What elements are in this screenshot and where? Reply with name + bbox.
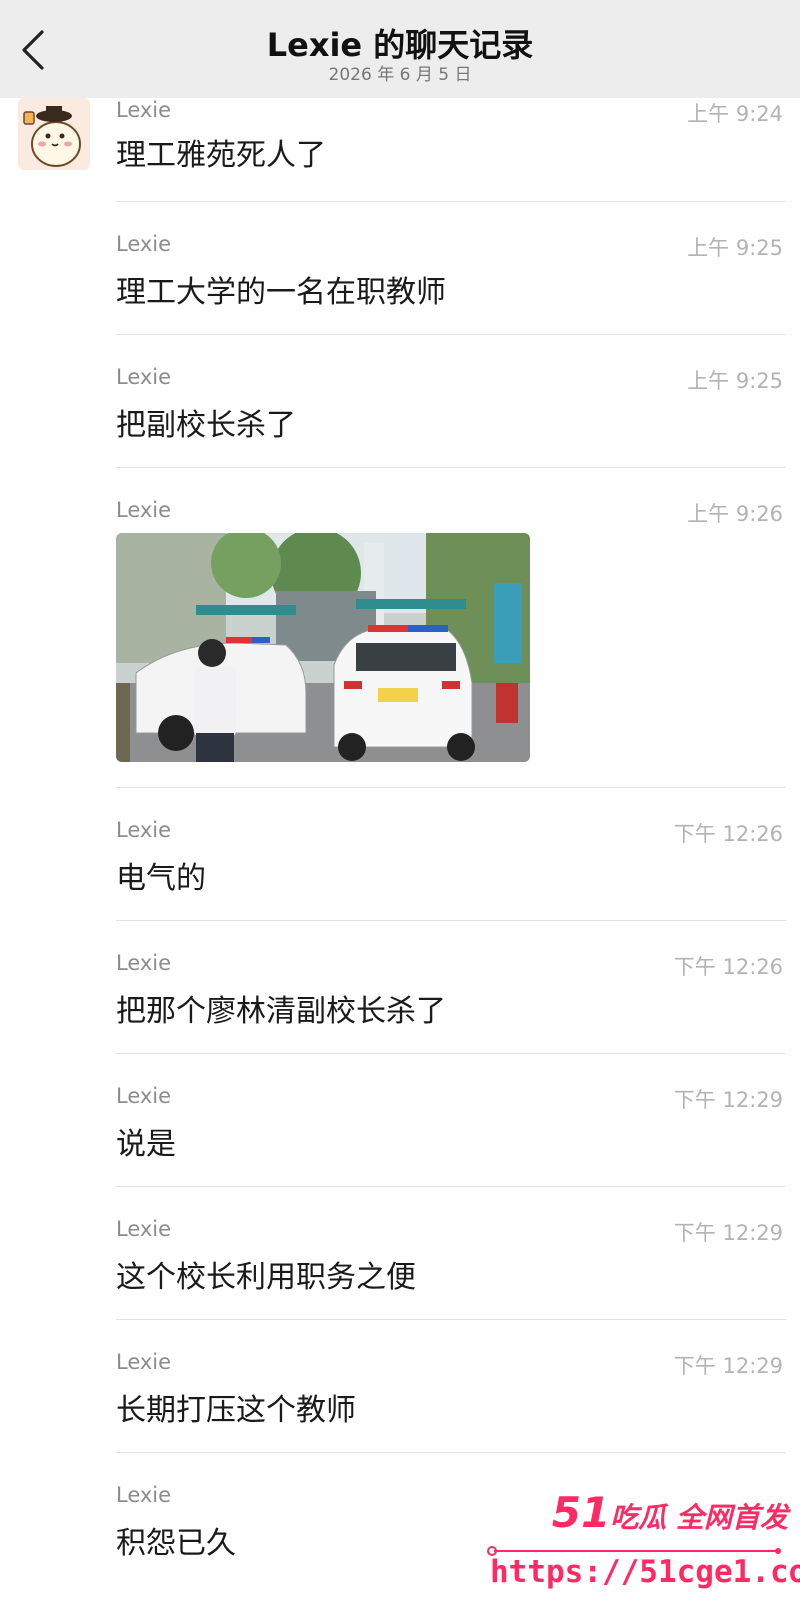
message-time: 下午 12:29 bbox=[673, 1088, 783, 1112]
message-text: 电气的 bbox=[116, 861, 206, 896]
site-watermark: 51吃瓜 全网首发 https://51cge1.com bbox=[486, 1488, 800, 1600]
sender-name: Lexie bbox=[116, 1483, 172, 1507]
message-time: 上午 9:25 bbox=[687, 369, 783, 393]
list-item[interactable]: Lexie 下午 12:29 说是 bbox=[116, 1054, 786, 1187]
message-list: Lexie 上午 9:24 理工雅苑死人了 Lexie 上午 9:25 理工大学… bbox=[116, 98, 786, 1563]
watermark-brand-number: 51 bbox=[551, 1488, 611, 1537]
page-subtitle-date: 2026 年 6 月 5 日 bbox=[328, 65, 472, 85]
message-time: 下午 12:29 bbox=[673, 1221, 783, 1245]
sender-name: Lexie bbox=[116, 365, 172, 389]
list-item-image[interactable]: Lexie 上午 9:26 bbox=[116, 468, 786, 788]
sender-name: Lexie bbox=[116, 498, 172, 522]
list-item[interactable]: Lexie 下午 12:29 这个校长利用职务之便 bbox=[116, 1187, 786, 1320]
sender-name: Lexie bbox=[116, 1217, 172, 1241]
message-text: 理工雅苑死人了 bbox=[116, 138, 326, 173]
message-time: 下午 12:29 bbox=[673, 1354, 783, 1378]
message-text: 长期打压这个教师 bbox=[116, 1393, 356, 1428]
list-item[interactable]: Lexie 上午 9:24 理工雅苑死人了 bbox=[116, 98, 786, 202]
list-item[interactable]: Lexie 下午 12:26 把那个廖林清副校长杀了 bbox=[116, 921, 786, 1054]
message-time: 上午 9:26 bbox=[687, 502, 783, 526]
hamster-avatar bbox=[18, 98, 90, 170]
message-text: 这个校长利用职务之便 bbox=[116, 1260, 416, 1295]
list-item[interactable]: Lexie 上午 9:25 把副校长杀了 bbox=[116, 335, 786, 468]
message-time: 下午 12:26 bbox=[673, 822, 783, 846]
message-time: 下午 12:26 bbox=[673, 955, 783, 979]
message-time: 上午 9:25 bbox=[687, 236, 783, 260]
police-cars-photo bbox=[116, 533, 530, 762]
sender-name: Lexie bbox=[116, 1350, 172, 1374]
message-time: 上午 9:24 bbox=[687, 102, 783, 126]
chat-history-header: Lexie 的聊天记录 2026 年 6 月 5 日 bbox=[0, 0, 800, 98]
watermark-url: https://51cge1.com bbox=[490, 1554, 800, 1590]
message-text: 把副校长杀了 bbox=[116, 408, 296, 443]
sender-name: Lexie bbox=[116, 951, 172, 975]
sender-name: Lexie bbox=[116, 232, 172, 256]
sender-name: Lexie bbox=[116, 818, 172, 842]
list-item[interactable]: Lexie 下午 12:26 电气的 bbox=[116, 788, 786, 921]
list-item[interactable]: Lexie 下午 12:29 长期打压这个教师 bbox=[116, 1320, 786, 1453]
watermark-brand: 51吃瓜 全网首发 bbox=[552, 1488, 788, 1537]
message-text: 说是 bbox=[116, 1127, 176, 1162]
sender-name: Lexie bbox=[116, 1084, 172, 1108]
message-text: 把那个廖林清副校长杀了 bbox=[116, 994, 446, 1029]
list-item[interactable]: Lexie 上午 9:25 理工大学的一名在职教师 bbox=[116, 202, 786, 335]
sender-name: Lexie bbox=[116, 98, 172, 122]
message-text: 理工大学的一名在职教师 bbox=[116, 275, 446, 310]
message-text: 积怨已久 bbox=[116, 1526, 236, 1561]
avatar[interactable] bbox=[18, 98, 90, 170]
message-photo[interactable] bbox=[116, 533, 530, 762]
watermark-brand-text: 吃瓜 全网首发 bbox=[610, 1501, 788, 1534]
